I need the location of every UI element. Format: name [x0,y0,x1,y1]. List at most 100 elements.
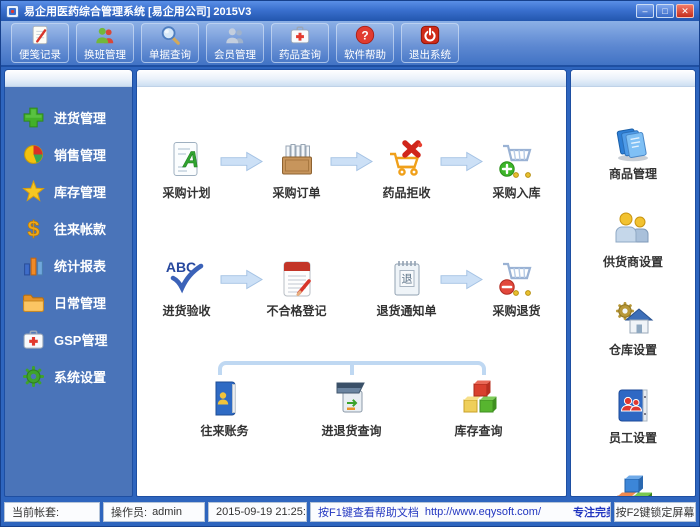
flow-item-label: 不合格登记 [266,304,327,318]
rightbar-item-change-skin[interactable]: 更换皮肤 [609,473,657,496]
svg-text:?: ? [361,28,368,42]
sidebar-menu: 进货管理 销售管理 库存管理 $ 往来帐款 统计报表 日常管理 GSP管理 系统… [5,87,132,401]
flow-arrow-icon [440,269,483,290]
toolbar-button-label: 药品查询 [279,48,321,61]
flow-arrow-icon [220,269,263,290]
minimize-button[interactable]: – [636,4,654,18]
status-operator-cell: 操作员: admin [103,502,205,522]
toolbar-button-doc-query[interactable]: 单据查询 [141,22,199,63]
toolbar: 便笺记录 换班管理 单据查询 会员管理 药品查询 ? 软件帮助 退出系统 [1,21,699,67]
flow-item-label: 库存查询 [454,424,503,438]
datetime-value: 2015-09-19 21:25:53 [216,506,306,518]
toolbar-button-label: 会员管理 [214,48,256,61]
sidebar-item-system-settings[interactable]: 系统设置 [22,364,132,388]
flow-item-drug-reject[interactable]: 药品拒收 [374,139,440,201]
flow-item-receiving-check[interactable]: ABC 进货验收 [154,257,220,319]
right-sidebar: 商品管理 供货商设置 仓库设置 员工设置 [570,69,696,497]
svg-text:退: 退 [401,273,412,286]
gear-icon [23,365,44,387]
flow-arrow-icon [440,151,483,172]
toolbar-button-shift-mgmt[interactable]: 换班管理 [76,22,134,63]
rightbar-item-label: 员工设置 [608,431,657,445]
close-button[interactable]: ✕ [676,4,694,18]
slogan-text: 专注完美 近乎苛求 [573,507,610,519]
goods-stack-icon [616,128,648,162]
rightbar-item-supplier-settings[interactable]: 供货商设置 [603,209,663,270]
rightbar-item-label: 商品管理 [608,167,657,181]
toolbar-button-label: 便笺记录 [19,48,61,61]
flow-item-unqualified-register[interactable]: 不合格登记 [264,257,330,319]
power-icon [420,25,440,44]
svg-text:A: A [182,147,199,172]
return-note-icon: 退 [394,261,419,296]
rightbar-item-goods-mgmt[interactable]: 商品管理 [609,121,657,182]
toolbar-button-help[interactable]: ? 软件帮助 [336,22,394,63]
star-icon [22,179,45,202]
flow-item-label: 药品拒收 [382,186,431,200]
flow-item-label: 退货通知单 [376,304,437,318]
window-title: 易企用医药综合管理系统 [易企用公司] 2015V3 [24,6,252,18]
rightbar-item-label: 供货商设置 [602,255,663,269]
members-icon [226,27,244,43]
sidebar-item-label: 库存管理 [54,184,107,200]
rightbar-item-staff-settings[interactable]: 员工设置 [609,385,657,446]
flow-item-label: 采购订单 [272,186,321,200]
flow-item-return-notice[interactable]: 退 退货通知单 [374,257,440,319]
bracket-connector-stub [349,361,354,375]
toolbar-button-label: 软件帮助 [344,48,386,61]
sidebar-item-daily-mgmt[interactable]: 日常管理 [22,290,132,314]
window-controls: – □ ✕ [636,4,694,18]
medicine-kit-icon [290,25,310,43]
sidebar-item-sales-mgmt[interactable]: 销售管理 [22,142,132,166]
toolbar-button-exit[interactable]: 退出系统 [401,22,459,63]
sidebar-item-label: 进货管理 [54,110,107,126]
sidebar-item-reports[interactable]: 统计报表 [22,253,132,277]
flow-item-label: 进退货查询 [321,424,382,438]
flow-item-label: 进货验收 [162,304,211,318]
workflow-row-query: 往来账务 进退货查询 库存查询 [182,361,522,439]
stock-cubes-icon [463,380,496,413]
flow-item-accounts-book[interactable]: 往来账务 [182,377,268,439]
main-panel-header [137,70,566,87]
sidebar-item-label: GSP管理 [54,332,108,348]
right-sidebar-header [571,70,695,87]
sidebar-item-accounts[interactable]: $ 往来帐款 [22,216,132,240]
operator-value: admin [152,506,183,518]
cart-reject-icon [389,140,422,176]
toolbar-button-notes[interactable]: 便笺记录 [11,22,69,63]
sidebar-item-label: 统计报表 [54,258,107,274]
question-icon: ? [355,25,375,44]
toolbar-button-member-mgmt[interactable]: 会员管理 [206,22,264,63]
flow-item-label: 采购入库 [492,186,541,200]
flow-item-purchase-inbound[interactable]: 采购入库 [484,139,550,201]
workflow-row-purchase: A 采购计划 采购订单 药品拒收 采购入库 [137,139,566,201]
status-bar: 当前帐套: 操作员: admin 2015-09-19 21:25:53 按F1… [1,499,699,526]
sidebar-item-gsp-mgmt[interactable]: GSP管理 [22,327,132,351]
dollar-icon: $ [27,217,40,240]
sidebar-item-inventory-mgmt[interactable]: 库存管理 [22,179,132,203]
content-area: 进货管理 销售管理 库存管理 $ 往来帐款 统计报表 日常管理 GSP管理 系统… [1,67,699,499]
rightbar-menu: 商品管理 供货商设置 仓库设置 员工设置 [571,87,695,496]
sidebar-item-purchase-mgmt[interactable]: 进货管理 [22,105,132,129]
maximize-button[interactable]: □ [656,4,674,18]
account-label: 当前帐套: [12,507,60,519]
website-link[interactable]: http://www.eqysoft.com/ [425,506,541,518]
left-sidebar-header [5,70,132,87]
green-plus-icon [23,107,44,127]
flow-item-purchase-return[interactable]: 采购退货 [484,257,550,319]
rightbar-item-warehouse-settings[interactable]: 仓库设置 [609,297,657,358]
flow-item-purchase-plan[interactable]: A 采购计划 [154,139,220,201]
flow-item-inout-query[interactable]: 进退货查询 [309,377,395,439]
sidebar-item-label: 销售管理 [54,147,107,163]
sidebar-item-label: 系统设置 [54,369,107,385]
notepad-pencil-icon [32,25,48,44]
flow-item-label: 采购计划 [162,186,211,200]
title-bar: 易企用医药综合管理系统 [易企用公司] 2015V3 – □ ✕ [1,1,699,21]
toolbar-button-drug-query[interactable]: 药品查询 [271,22,329,63]
app-logo-icon [6,4,19,18]
flow-item-stock-query[interactable]: 库存查询 [436,377,522,439]
workflow-row-return: ABC 进货验收 不合格登记 退 退货通知单 采购退货 [137,257,566,319]
abc-check-icon: ABC [165,259,203,294]
flow-item-purchase-order[interactable]: 采购订单 [264,139,330,201]
rightbar-item-label: 仓库设置 [608,343,657,357]
